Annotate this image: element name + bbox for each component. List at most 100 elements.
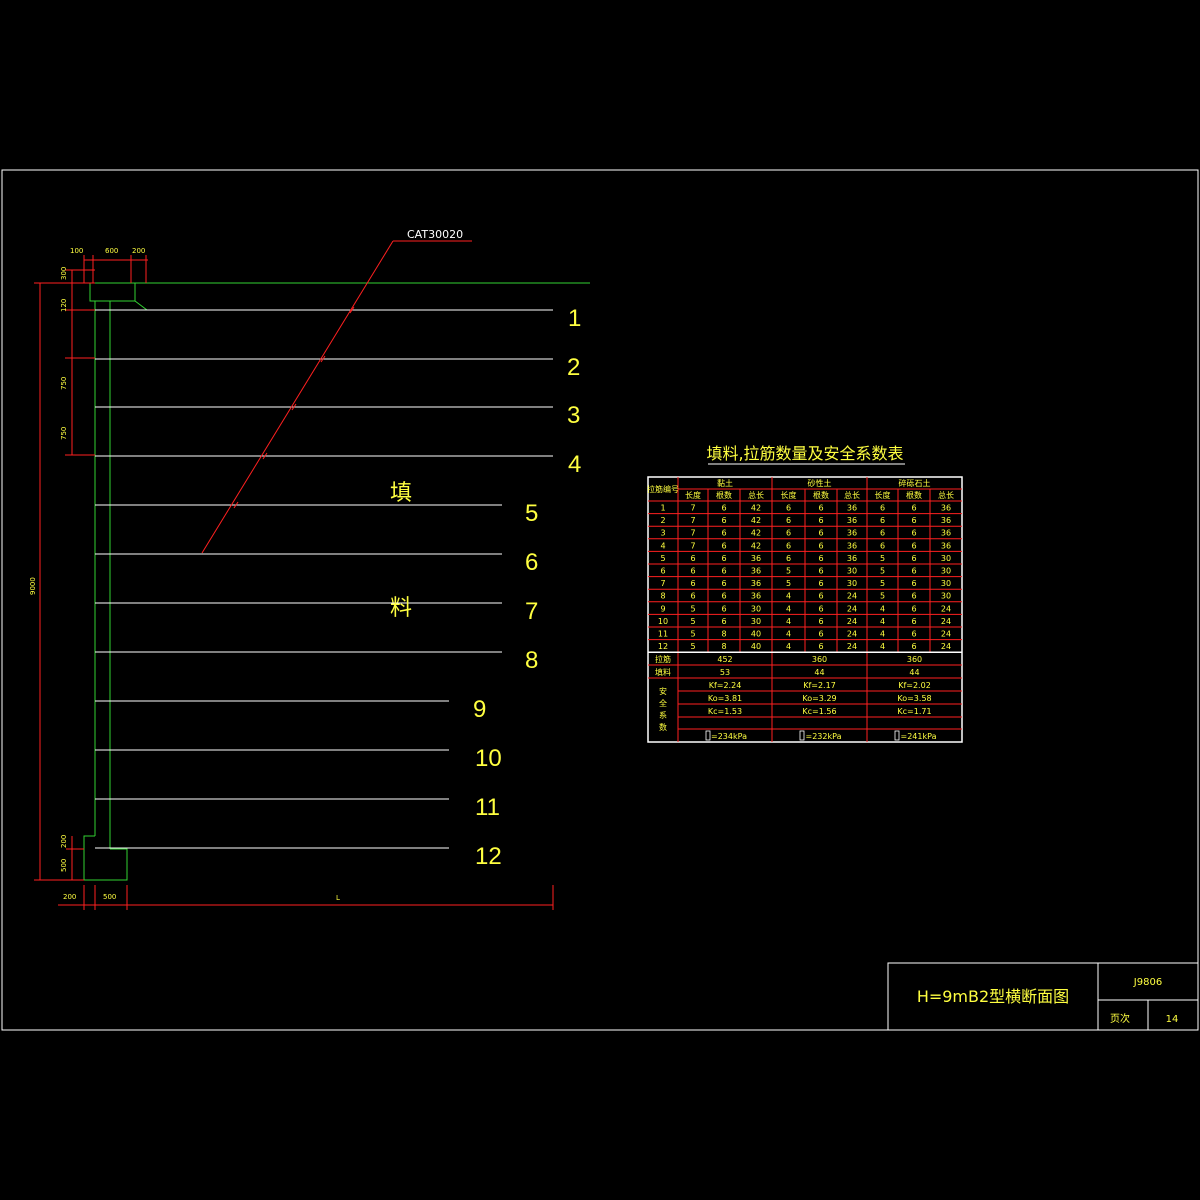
cell-6-0: 7 — [660, 579, 665, 588]
summary-1-2: 44 — [909, 668, 919, 677]
safety-1-0: Ko=3.81 — [708, 694, 742, 703]
cell-4-4: 6 — [786, 554, 791, 563]
drawing-title: H=9mB2型横断面图 — [917, 987, 1069, 1006]
safety-4-1: =232kPa — [806, 732, 842, 741]
safety-1-2: Ko=3.58 — [897, 694, 931, 703]
subheader-0-0: 长度 — [685, 490, 701, 500]
header-group-1: 砂性土 — [808, 478, 832, 488]
cell-8-1: 5 — [690, 604, 695, 613]
header-group-0: 黏土 — [717, 478, 733, 488]
cell-7-2: 6 — [721, 592, 726, 601]
cell-0-1: 7 — [690, 504, 695, 513]
cell-9-3: 30 — [751, 617, 761, 626]
safety-0-1: Kf=2.17 — [803, 681, 836, 690]
safety-2-0: Kc=1.53 — [708, 707, 742, 716]
cell-4-6: 36 — [847, 554, 857, 563]
cell-2-3: 42 — [751, 529, 761, 538]
dim-bottom-200: 200 — [63, 893, 76, 901]
cell-4-3: 36 — [751, 554, 761, 563]
cell-5-4: 5 — [786, 567, 791, 576]
cell-8-2: 6 — [721, 604, 726, 613]
cell-5-6: 30 — [847, 567, 857, 576]
cell-0-6: 36 — [847, 504, 857, 513]
cell-8-4: 4 — [786, 604, 791, 613]
cell-3-6: 36 — [847, 541, 857, 550]
cell-1-9: 36 — [941, 516, 951, 525]
strip-number-4: 4 — [568, 451, 581, 478]
cell-3-1: 7 — [690, 541, 695, 550]
strip-number-6: 6 — [525, 549, 538, 576]
dim-top-200: 200 — [132, 247, 145, 255]
drawing-frame — [1, 169, 1199, 1031]
dim-left-500: 500 — [60, 859, 68, 872]
cell-3-3: 42 — [751, 541, 761, 550]
cell-6-9: 30 — [941, 579, 951, 588]
cell-2-8: 6 — [911, 529, 916, 538]
cell-11-1: 5 — [690, 642, 695, 651]
subheader-1-0: 长度 — [781, 490, 797, 500]
cell-6-2: 6 — [721, 579, 726, 588]
cell-5-8: 6 — [911, 567, 916, 576]
wall-section — [83, 282, 590, 881]
table-title: 填料,拉筋数量及安全系数表 — [706, 444, 903, 463]
summary-0-0: 452 — [717, 655, 732, 664]
cell-0-7: 6 — [880, 504, 885, 513]
cell-2-5: 6 — [818, 529, 823, 538]
cell-7-3: 36 — [751, 592, 761, 601]
cell-7-6: 24 — [847, 592, 857, 601]
cell-8-7: 4 — [880, 604, 885, 613]
safety-label-3: 数 — [659, 722, 667, 732]
cell-0-8: 6 — [911, 504, 916, 513]
subheader-2-2: 总长 — [938, 490, 954, 500]
safety-label-1: 全 — [659, 698, 667, 708]
cell-6-4: 5 — [786, 579, 791, 588]
cell-7-4: 4 — [786, 592, 791, 601]
subheader-1-2: 总长 — [844, 490, 860, 500]
safety-label-2: 系 — [659, 710, 667, 720]
cell-2-0: 3 — [660, 529, 665, 538]
cell-7-9: 30 — [941, 592, 951, 601]
cell-2-9: 36 — [941, 529, 951, 538]
strip-number-1: 1 — [568, 305, 581, 332]
cell-1-2: 6 — [721, 516, 726, 525]
cell-9-5: 6 — [818, 617, 823, 626]
cell-5-3: 36 — [751, 567, 761, 576]
cell-3-0: 4 — [660, 541, 665, 550]
cell-1-7: 6 — [880, 516, 885, 525]
cell-11-5: 6 — [818, 642, 823, 651]
drawing-code: J9806 — [1133, 977, 1162, 988]
cell-5-7: 5 — [880, 567, 885, 576]
subheader-0-2: 总长 — [748, 490, 764, 500]
cell-9-6: 24 — [847, 617, 857, 626]
strip-number-3: 3 — [567, 402, 580, 429]
cell-1-0: 2 — [660, 516, 665, 525]
cell-6-3: 36 — [751, 579, 761, 588]
cell-11-7: 4 — [880, 642, 885, 651]
strip-numbers: 123456789101112 — [473, 305, 581, 870]
cell-10-8: 6 — [911, 630, 916, 639]
cell-3-7: 6 — [880, 541, 885, 550]
cell-0-5: 6 — [818, 504, 823, 513]
cell-7-0: 8 — [660, 592, 665, 601]
cell-8-6: 24 — [847, 604, 857, 613]
subheader-2-0: 长度 — [875, 490, 891, 500]
strip-number-10: 10 — [475, 745, 502, 772]
safety-2-2: Kc=1.71 — [897, 707, 931, 716]
cell-1-3: 42 — [751, 516, 761, 525]
cell-10-9: 24 — [941, 630, 951, 639]
cell-4-5: 6 — [818, 554, 823, 563]
cell-3-2: 6 — [721, 541, 726, 550]
strip-number-9: 9 — [473, 696, 486, 723]
cell-1-1: 7 — [690, 516, 695, 525]
quantity-table: 填料,拉筋数量及安全系数表 拉筋编号黏土长度 根数 总长砂性土长度 根数 总长碎砾石土长… — [647, 444, 963, 743]
summary-0-1: 360 — [812, 655, 827, 664]
subheader-1-1: 根数 — [813, 490, 829, 500]
cell-0-9: 36 — [941, 504, 951, 513]
strip-number-8: 8 — [525, 647, 538, 674]
dim-bottom-500: 500 — [103, 893, 116, 901]
cell-5-5: 6 — [818, 567, 823, 576]
safety-0-0: Kf=2.24 — [709, 681, 742, 690]
cell-2-7: 6 — [880, 529, 885, 538]
cell-10-0: 11 — [658, 630, 668, 639]
cell-4-0: 5 — [660, 554, 665, 563]
